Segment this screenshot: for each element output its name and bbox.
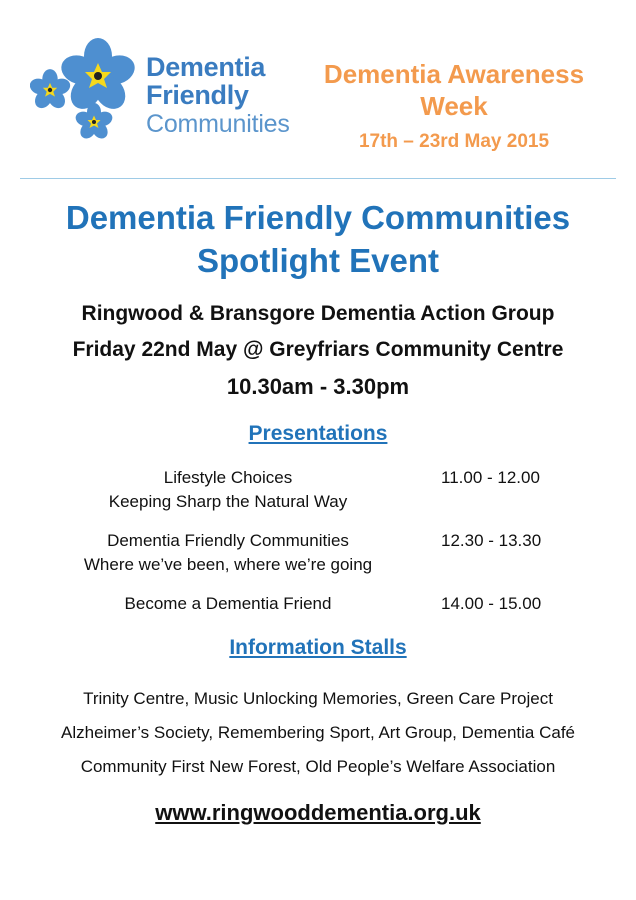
presentations-heading: Presentations bbox=[248, 422, 388, 445]
awareness-week-banner: Dementia Awareness Week 17th – 23rd May … bbox=[300, 58, 608, 153]
presentation-title: Lifestyle Choices bbox=[163, 468, 293, 487]
presentation-subtitle: Where we’ve been, where we’re going bbox=[83, 555, 373, 574]
event-date-location: Friday 22nd May @ Greyfriars Community C… bbox=[72, 338, 564, 361]
stalls-line: Community First New Forest, Old People’s… bbox=[80, 757, 556, 776]
website-link[interactable]: www.ringwooddementia.org.uk bbox=[0, 800, 636, 826]
event-info: Ringwood & Bransgore Dementia Action Gro… bbox=[0, 296, 636, 406]
event-organizer: Ringwood & Bransgore Dementia Action Gro… bbox=[81, 302, 555, 325]
event-time: 10.30am - 3.30pm bbox=[226, 374, 410, 399]
information-stalls-list: Trinity Centre, Music Unlocking Memories… bbox=[0, 682, 636, 784]
logo-wordmark: Dementia Friendly Communities bbox=[146, 54, 290, 137]
awareness-title-line-1: Dementia Awareness bbox=[323, 59, 585, 89]
presentation-time: 11.00 - 12.00 bbox=[441, 468, 540, 487]
presentation-time: 14.00 - 15.00 bbox=[441, 594, 542, 613]
event-title-line-2: Spotlight Event bbox=[197, 242, 439, 279]
logo-line-2: Friendly bbox=[146, 80, 249, 110]
header-divider bbox=[20, 178, 616, 179]
stalls-line: Trinity Centre, Music Unlocking Memories… bbox=[83, 689, 553, 708]
stalls-line: Alzheimer’s Society, Remembering Sport, … bbox=[61, 723, 575, 742]
logo-line-3: Communities bbox=[146, 110, 290, 138]
forget-me-not-flower-icon bbox=[30, 38, 135, 139]
awareness-dates: 17th – 23rd May 2015 bbox=[358, 131, 550, 152]
presentation-title: Dementia Friendly Communities bbox=[107, 531, 349, 550]
awareness-title-line-2: Week bbox=[420, 91, 488, 121]
event-title-line-1: Dementia Friendly Communities bbox=[65, 199, 571, 236]
presentation-time: 12.30 - 13.30 bbox=[441, 531, 542, 550]
information-stalls-heading: Information Stalls bbox=[229, 636, 407, 659]
presentation-subtitle: Keeping Sharp the Natural Way bbox=[108, 492, 348, 511]
logo-line-1: Dementia bbox=[146, 52, 266, 82]
presentation-title: Become a Dementia Friend bbox=[124, 594, 332, 613]
event-title: Dementia Friendly Communities Spotlight … bbox=[0, 196, 636, 282]
